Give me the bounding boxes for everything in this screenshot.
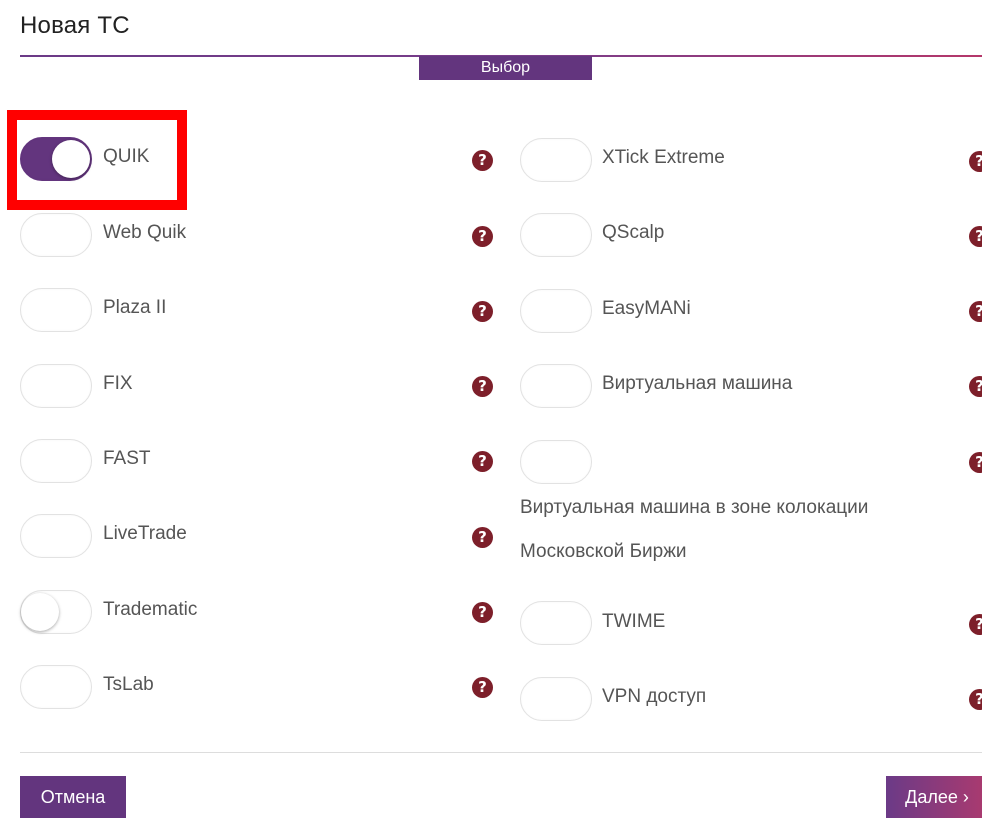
toggle-plaza-ii[interactable] xyxy=(20,288,92,332)
option-label-colocation-vm-line2: Московской Биржи xyxy=(520,541,687,562)
question-circle-icon[interactable]: ? xyxy=(969,376,982,397)
question-circle-icon[interactable]: ? xyxy=(969,614,982,635)
footer-divider xyxy=(20,752,982,753)
toggle-livetrade[interactable] xyxy=(20,514,92,558)
section-tab-select[interactable]: Выбор xyxy=(419,56,592,80)
toggle-colocation-vm[interactable] xyxy=(520,440,592,484)
option-label-tslab: TsLab xyxy=(103,674,154,695)
question-circle-icon[interactable]: ? xyxy=(472,150,493,171)
option-label-tradematic: Tradematic xyxy=(103,599,198,620)
question-circle-icon[interactable]: ? xyxy=(969,226,982,247)
option-label-qscalp: QScalp xyxy=(602,222,665,243)
toggle-tradematic[interactable] xyxy=(20,590,92,634)
option-label-quik: QUIK xyxy=(103,146,150,167)
question-circle-icon[interactable]: ? xyxy=(472,301,493,322)
new-ts-dialog: Новая ТС Выбор QUIK ? Web Quik ? Plaza I… xyxy=(0,0,982,818)
toggle-twime[interactable] xyxy=(520,601,592,645)
question-circle-icon[interactable]: ? xyxy=(472,451,493,472)
question-circle-icon[interactable]: ? xyxy=(472,226,493,247)
option-label-fix: FIX xyxy=(103,373,133,394)
toggle-fast[interactable] xyxy=(20,439,92,483)
next-button[interactable]: Далее › xyxy=(886,776,982,818)
toggle-web-quik[interactable] xyxy=(20,213,92,257)
question-circle-icon[interactable]: ? xyxy=(969,689,982,710)
dialog-title: Новая ТС xyxy=(20,12,130,39)
option-label-virtual-machine: Виртуальная машина xyxy=(602,373,793,394)
question-circle-icon[interactable]: ? xyxy=(969,151,982,172)
option-label-twime: TWIME xyxy=(602,611,666,632)
toggle-vpn-access[interactable] xyxy=(520,677,592,721)
toggle-knob xyxy=(21,593,59,631)
option-label-plaza-ii: Plaza II xyxy=(103,297,167,318)
option-label-easymani: EasyMANi xyxy=(602,298,691,319)
toggle-virtual-machine[interactable] xyxy=(520,364,592,408)
toggle-fix[interactable] xyxy=(20,364,92,408)
question-circle-icon[interactable]: ? xyxy=(969,301,982,322)
toggle-knob xyxy=(52,140,90,178)
toggle-xtick-extreme[interactable] xyxy=(520,138,592,182)
option-label-web-quik: Web Quik xyxy=(103,222,187,243)
question-circle-icon[interactable]: ? xyxy=(472,677,493,698)
option-label-livetrade: LiveTrade xyxy=(103,523,187,544)
question-circle-icon[interactable]: ? xyxy=(472,527,493,548)
option-label-colocation-vm-line1: Виртуальная машина в зоне колокации xyxy=(520,497,869,518)
option-label-fast: FAST xyxy=(103,448,151,469)
toggle-easymani[interactable] xyxy=(520,289,592,333)
option-label-vpn-access: VPN доступ xyxy=(602,686,707,707)
question-circle-icon[interactable]: ? xyxy=(472,602,493,623)
cancel-button[interactable]: Отмена xyxy=(20,776,126,818)
option-label-xtick-extreme: XTick Extreme xyxy=(602,147,725,168)
toggle-tslab[interactable] xyxy=(20,665,92,709)
toggle-quik[interactable] xyxy=(20,137,92,181)
question-circle-icon[interactable]: ? xyxy=(969,452,982,473)
question-circle-icon[interactable]: ? xyxy=(472,376,493,397)
toggle-qscalp[interactable] xyxy=(520,213,592,257)
